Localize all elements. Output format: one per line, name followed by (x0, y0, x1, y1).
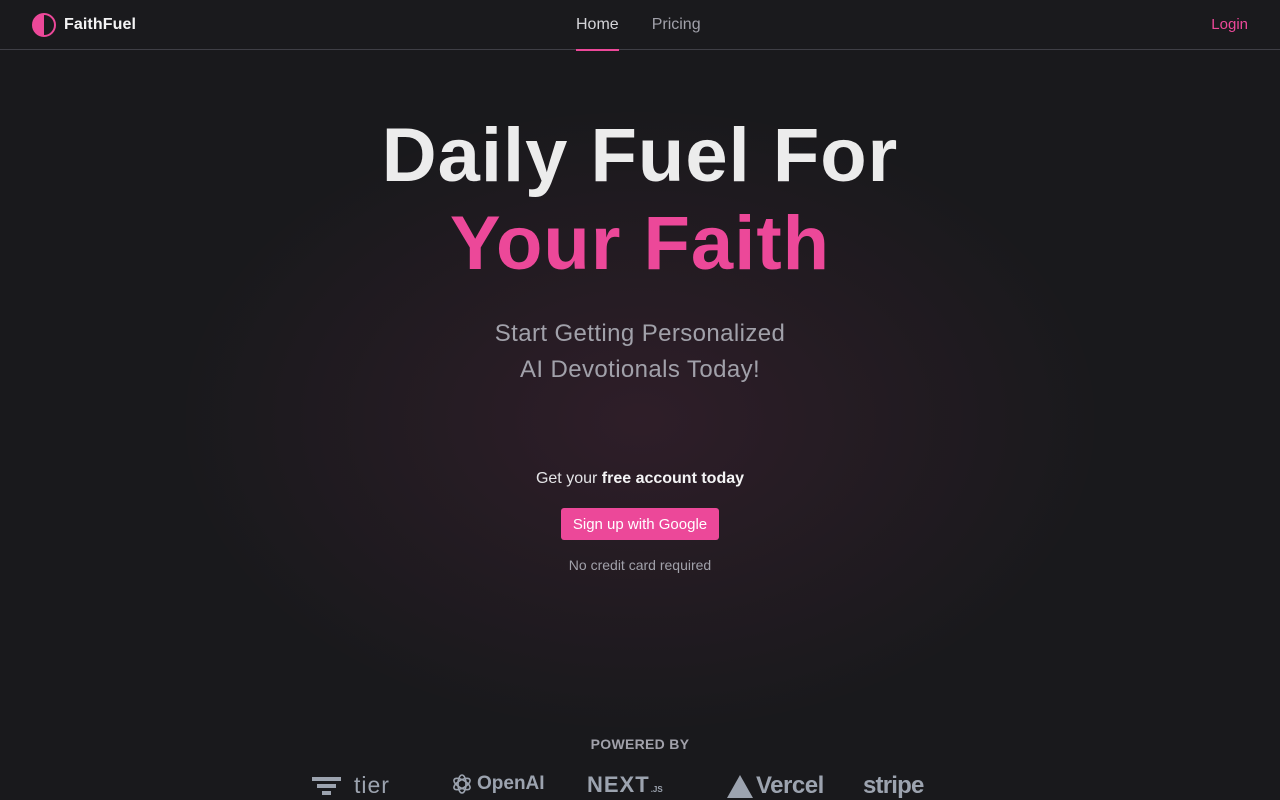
nav-tab-home[interactable]: Home (576, 0, 619, 51)
openai-logo: OpenAI (450, 772, 545, 796)
login-link[interactable]: Login (1211, 16, 1248, 33)
no-credit-card-note: No credit card required (568, 557, 712, 573)
nextjs-logo: NEXT .JS (587, 772, 663, 798)
cta-text: Get your free account today (0, 470, 1280, 488)
brand-name: FaithFuel (64, 16, 137, 33)
vercel-triangle-icon (727, 775, 753, 798)
openai-logo-text: OpenAI (477, 773, 545, 794)
hero-subtitle-line1: Start Getting Personalized (494, 320, 786, 347)
brand-link[interactable]: FaithFuel (32, 12, 136, 38)
tier-logo: tier (312, 772, 390, 799)
vercel-logo: Vercel (726, 772, 824, 800)
hero-subtitle-line2: AI Devotionals Today! (519, 356, 761, 383)
sign-up-with-google-button[interactable]: Sign up with Google (561, 508, 719, 540)
hero-title-line2: Your Faith (449, 201, 831, 286)
openai-icon (453, 774, 471, 794)
hero-title-line1: Daily Fuel For (381, 113, 899, 198)
nextjs-logo-suffix: .JS (650, 784, 663, 794)
hero-subtitle: Start Getting Personalized AI Devotional… (0, 316, 1280, 388)
stripe-logo-text: stripe (863, 772, 924, 799)
half-circle-logo-icon (32, 13, 56, 37)
powered-by-heading: POWERED BY (590, 736, 690, 752)
main-nav: Home Pricing (576, 0, 701, 51)
tier-icon (312, 776, 341, 795)
tier-logo-text: tier (354, 772, 390, 798)
nav-tab-pricing[interactable]: Pricing (652, 0, 701, 50)
vercel-logo-text: Vercel (756, 772, 824, 799)
hero-title: Daily Fuel For Your Faith (0, 112, 1280, 288)
nextjs-logo-text: NEXT (587, 772, 650, 797)
stripe-logo: stripe (863, 772, 924, 800)
site-header: FaithFuel Home Pricing Login (0, 0, 1280, 51)
powered-by-logos: tier OpenAI NEXT .JS Vercel stripe (0, 772, 1280, 800)
cta-emphasis: free account today (601, 470, 745, 487)
cta-prefix: Get your (535, 470, 602, 487)
